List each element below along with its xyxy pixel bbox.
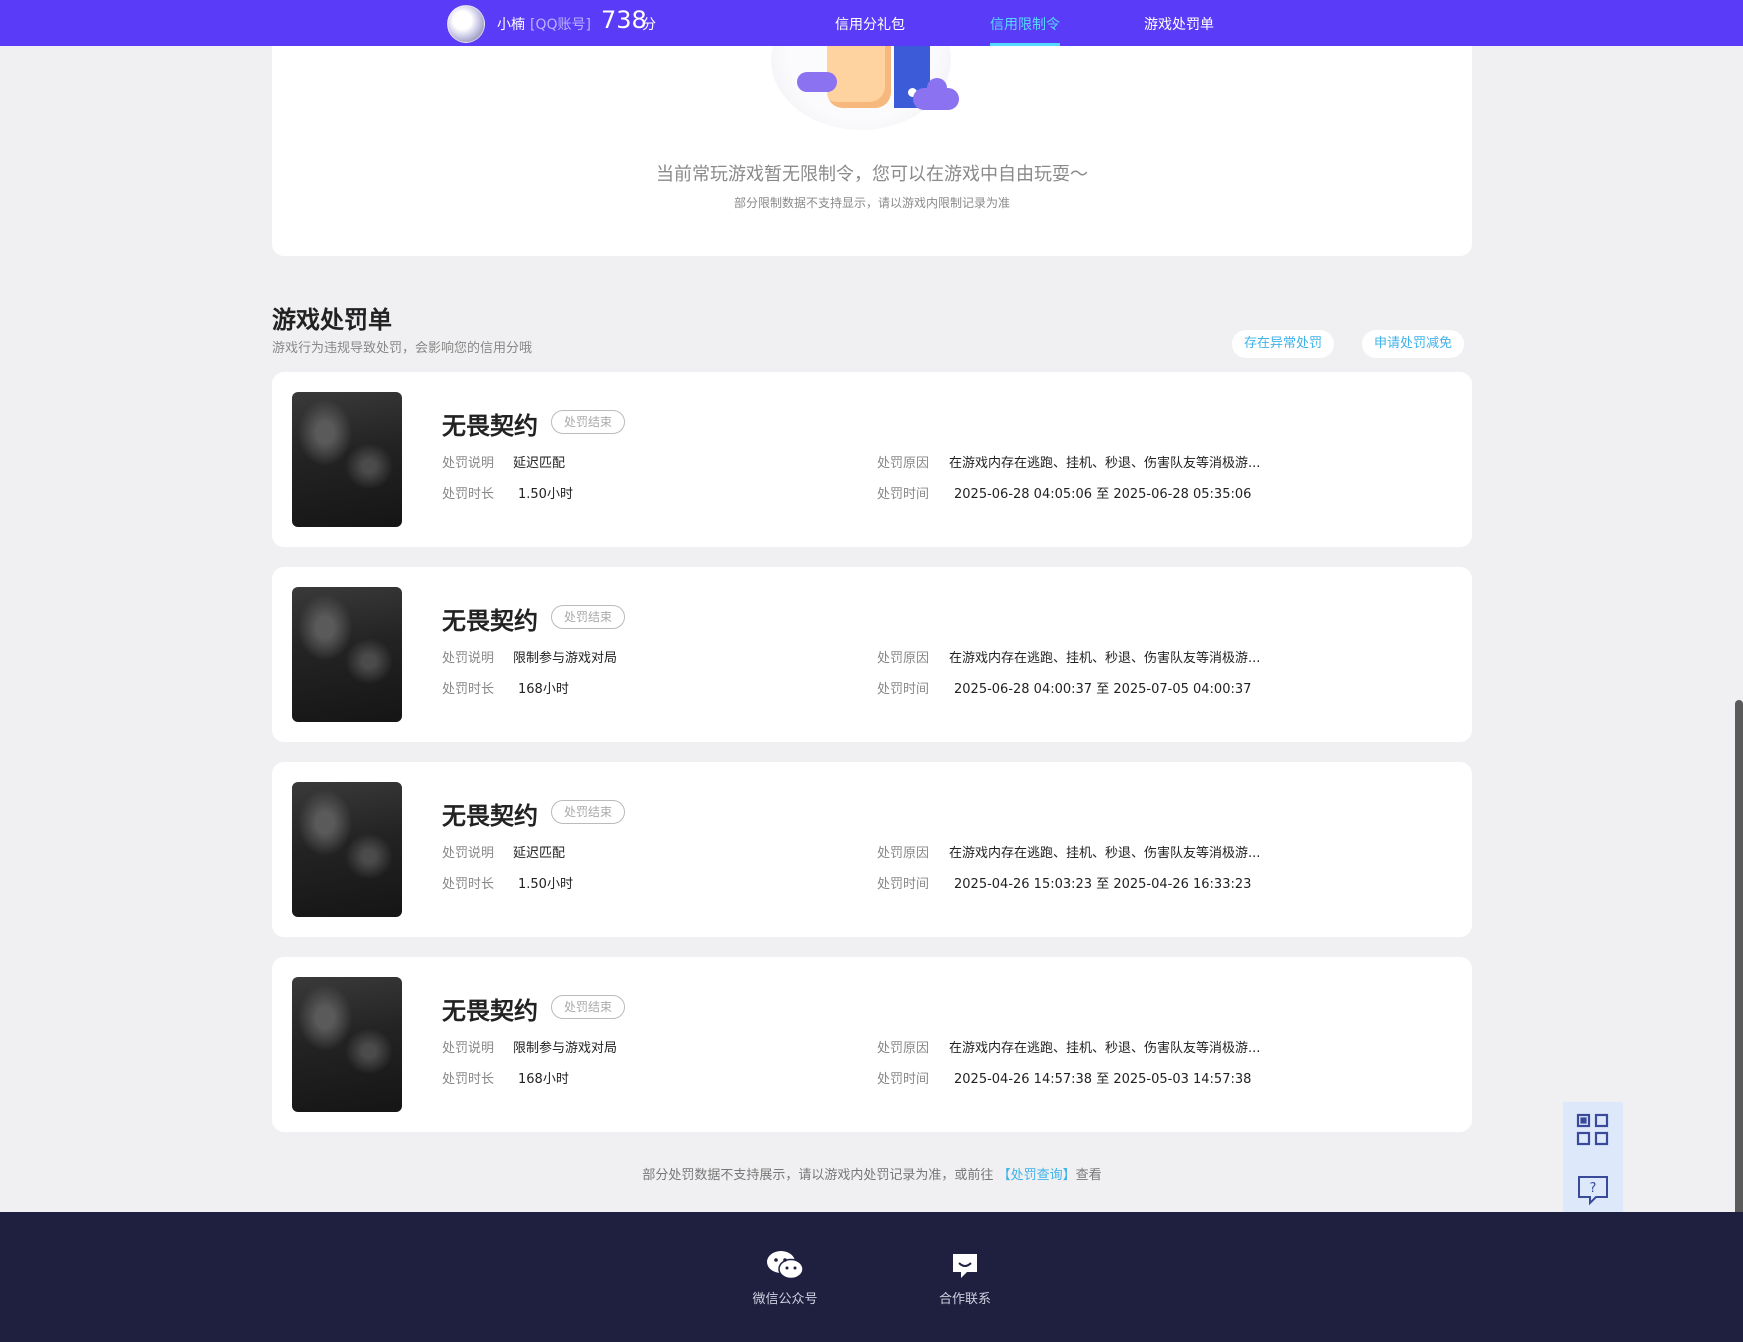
qr-code-button[interactable] bbox=[1563, 1102, 1623, 1162]
status-badge: 处罚结束 bbox=[551, 410, 626, 434]
reason-label: 处罚原因 bbox=[877, 846, 930, 861]
abnormal-penalty-button[interactable]: 存在异常处罚 bbox=[1232, 330, 1335, 358]
restriction-note: 部分限制数据不支持显示，请以游戏内限制记录为准 bbox=[733, 196, 1010, 210]
top-navbar: 小楠 [QQ账号] 738 分 信用分礼包 信用限制令 游戏处罚单 bbox=[0, 0, 1743, 46]
desc-label: 处罚说明 bbox=[442, 651, 495, 666]
penalty-footer-note: 部分处罚数据不支持展示，请以游戏内处罚记录为准，或前往 【处罚查询】查看 bbox=[272, 1164, 1472, 1183]
reason-value: 在游戏内存在逃跑、挂机、秒退、伤害队友等消极游... bbox=[949, 1041, 1261, 1056]
penalty-card[interactable]: 无畏契约 处罚结束 处罚说明 限制参与游戏对局 处罚时长 168小时 处罚原因 … bbox=[272, 957, 1472, 1132]
qr-code-icon bbox=[1576, 1113, 1610, 1151]
duration-value: 1.50小时 bbox=[518, 487, 573, 502]
penalty-card[interactable]: 无畏契约 处罚结束 处罚说明 限制参与游戏对局 处罚时长 168小时 处罚原因 … bbox=[272, 567, 1472, 742]
time-value: 2025-04-26 14:57:38 至 2025-05-03 14:57:3… bbox=[954, 1072, 1252, 1087]
time-label: 处罚时间 bbox=[877, 682, 930, 697]
nav-game-penalty[interactable]: 游戏处罚单 bbox=[1144, 14, 1214, 34]
desc-value: 延迟匹配 bbox=[513, 846, 566, 861]
wechat-official-account[interactable]: 微信公众号 bbox=[735, 1250, 835, 1307]
desc-label: 处罚说明 bbox=[442, 1041, 495, 1056]
wechat-label: 微信公众号 bbox=[752, 1292, 818, 1307]
penalty-query-link[interactable]: 【处罚查询】 bbox=[998, 1168, 1076, 1183]
restriction-message: 当前常玩游戏暂无限制令，您可以在游戏中自由玩耍～ bbox=[656, 164, 1088, 185]
game-name: 无畏契约 bbox=[442, 802, 538, 830]
desc-value: 限制参与游戏对局 bbox=[513, 651, 618, 666]
desc-value: 延迟匹配 bbox=[513, 456, 566, 471]
wechat-icon bbox=[766, 1250, 804, 1284]
credit-score-unit: 分 bbox=[642, 17, 656, 33]
reason-label: 处罚原因 bbox=[877, 1041, 930, 1056]
game-thumbnail bbox=[292, 392, 402, 527]
duration-value: 168小时 bbox=[518, 1072, 569, 1087]
reason-value: 在游戏内存在逃跑、挂机、秒退、伤害队友等消极游... bbox=[949, 456, 1261, 471]
footer-note-suffix: 查看 bbox=[1075, 1168, 1102, 1183]
duration-label: 处罚时长 bbox=[442, 877, 495, 892]
duration-label: 处罚时长 bbox=[442, 1072, 495, 1087]
time-label: 处罚时间 bbox=[877, 1072, 930, 1087]
reason-value: 在游戏内存在逃跑、挂机、秒退、伤害队友等消极游... bbox=[949, 846, 1261, 861]
section-title: 游戏处罚单 bbox=[272, 306, 392, 334]
svg-text:?: ? bbox=[1590, 1181, 1597, 1196]
duration-label: 处罚时长 bbox=[442, 682, 495, 697]
time-value: 2025-06-28 04:05:06 至 2025-06-28 05:35:0… bbox=[954, 487, 1252, 502]
game-thumbnail bbox=[292, 977, 402, 1112]
status-badge: 处罚结束 bbox=[551, 995, 626, 1019]
time-value: 2025-04-26 15:03:23 至 2025-04-26 16:33:2… bbox=[954, 877, 1252, 892]
time-label: 处罚时间 bbox=[877, 877, 930, 892]
game-thumbnail bbox=[292, 782, 402, 917]
game-thumbnail bbox=[292, 587, 402, 722]
game-name: 无畏契约 bbox=[442, 607, 538, 635]
active-tab-indicator bbox=[990, 43, 1060, 46]
duration-value: 1.50小时 bbox=[518, 877, 573, 892]
credit-score: 738 bbox=[601, 6, 647, 34]
penalty-card[interactable]: 无畏契约 处罚结束 处罚说明 延迟匹配 处罚时长 1.50小时 处罚原因 在游戏… bbox=[272, 762, 1472, 937]
cooperation-contact[interactable]: 合作联系 bbox=[915, 1252, 1015, 1307]
appeal-reduction-button[interactable]: 申请处罚减免 bbox=[1362, 330, 1465, 358]
reason-label: 处罚原因 bbox=[877, 456, 930, 471]
duration-label: 处罚时长 bbox=[442, 487, 495, 502]
nav-credit-gift[interactable]: 信用分礼包 bbox=[835, 14, 905, 34]
avatar[interactable] bbox=[447, 5, 485, 43]
duration-value: 168小时 bbox=[518, 682, 569, 697]
time-label: 处罚时间 bbox=[877, 487, 930, 502]
desc-value: 限制参与游戏对局 bbox=[513, 1041, 618, 1056]
reason-value: 在游戏内存在逃跑、挂机、秒退、伤害队友等消极游... bbox=[949, 651, 1261, 666]
nav-credit-restriction[interactable]: 信用限制令 bbox=[990, 14, 1060, 34]
game-name: 无畏契约 bbox=[442, 997, 538, 1025]
game-name: 无畏契约 bbox=[442, 412, 538, 440]
footer-note-text: 部分处罚数据不支持展示，请以游戏内处罚记录为准，或前往 bbox=[642, 1168, 994, 1183]
page-footer: 微信公众号 合作联系 bbox=[0, 1212, 1743, 1342]
help-chat-icon: ? bbox=[1576, 1173, 1610, 1211]
scrollbar[interactable] bbox=[1735, 700, 1743, 1285]
status-badge: 处罚结束 bbox=[551, 800, 626, 824]
contact-label: 合作联系 bbox=[938, 1292, 991, 1307]
restriction-card: 当前常玩游戏暂无限制令，您可以在游戏中自由玩耍～ 部分限制数据不支持显示，请以游… bbox=[272, 0, 1472, 256]
desc-label: 处罚说明 bbox=[442, 456, 495, 471]
message-icon bbox=[951, 1252, 979, 1284]
section-subtitle: 游戏行为违规导致处罚，会影响您的信用分哦 bbox=[272, 341, 533, 356]
desc-label: 处罚说明 bbox=[442, 846, 495, 861]
username: 小楠 bbox=[497, 17, 525, 33]
account-type: [QQ账号] bbox=[530, 17, 591, 33]
reason-label: 处罚原因 bbox=[877, 651, 930, 666]
status-badge: 处罚结束 bbox=[551, 605, 626, 629]
penalty-card[interactable]: 无畏契约 处罚结束 处罚说明 延迟匹配 处罚时长 1.50小时 处罚原因 在游戏… bbox=[272, 372, 1472, 547]
time-value: 2025-06-28 04:00:37 至 2025-07-05 04:00:3… bbox=[954, 682, 1252, 697]
